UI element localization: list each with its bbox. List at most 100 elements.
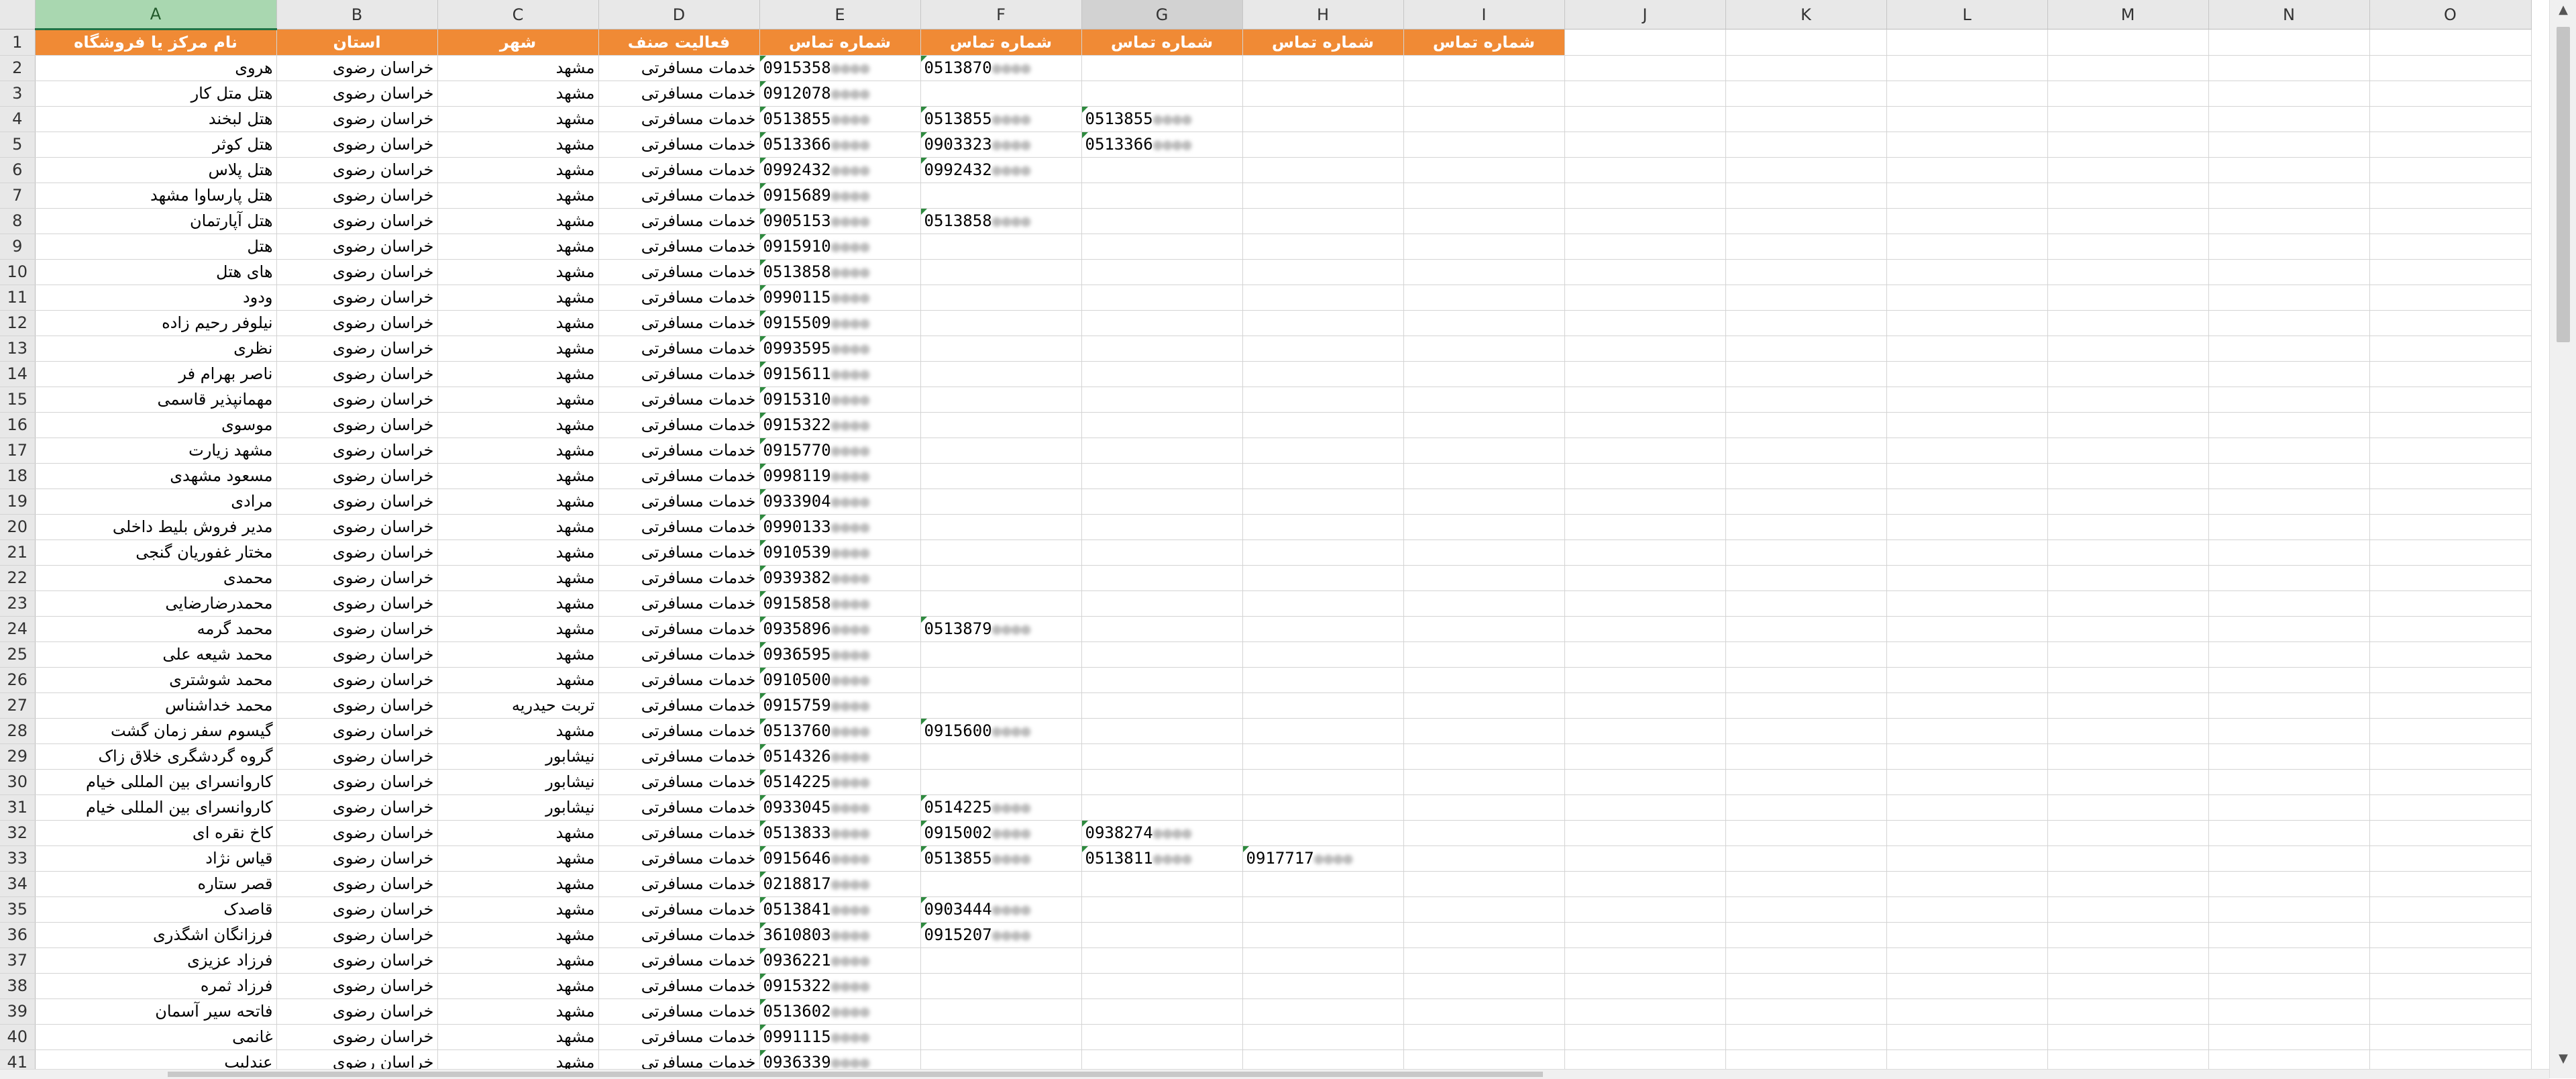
cell-phone-f[interactable]: 0903444●●●● [920, 896, 1082, 923]
row-header[interactable]: 24 [0, 616, 36, 642]
cell-store-name[interactable]: محمد خداشناس [35, 692, 277, 719]
grid-cell[interactable] [1725, 667, 1887, 693]
grid-cell[interactable] [1242, 361, 1404, 387]
row-header[interactable]: 16 [0, 412, 36, 438]
grid-cell[interactable] [1403, 871, 1565, 897]
grid-cell[interactable] [1242, 896, 1404, 923]
cell-province[interactable]: خراسان رضوی [276, 81, 438, 107]
cell-province[interactable]: خراسان رضوی [276, 514, 438, 540]
column-header-b[interactable]: B [276, 0, 438, 30]
cell-store-name[interactable]: مرادی [35, 489, 277, 515]
cell-phone-e[interactable]: 3610803●●●● [759, 922, 921, 948]
grid-cell[interactable] [1081, 922, 1243, 948]
grid-cell[interactable] [1725, 641, 1887, 668]
cell-store-name[interactable]: محمدرضارضایی [35, 590, 277, 617]
grid-cell[interactable] [2369, 106, 2532, 132]
grid-cell[interactable] [1242, 871, 1404, 897]
grid-cell[interactable] [1081, 234, 1243, 260]
grid-cell[interactable] [1081, 590, 1243, 617]
cell-activity[interactable]: خدمات مسافرتی [598, 361, 760, 387]
grid-cell[interactable] [1886, 820, 2048, 846]
grid-cell[interactable] [1081, 285, 1243, 311]
cell-phone-f[interactable]: 0915207●●●● [920, 922, 1082, 948]
header-phone-1[interactable]: شماره تماس [759, 29, 921, 56]
grid-cell[interactable] [1403, 820, 1565, 846]
cell-city[interactable]: مشهد [437, 208, 599, 234]
row-header[interactable]: 10 [0, 259, 36, 285]
cell-province[interactable]: خراسان رضوی [276, 590, 438, 617]
cell-province[interactable]: خراسان رضوی [276, 387, 438, 413]
grid-cell[interactable] [2047, 81, 2209, 107]
cell-province[interactable]: خراسان رضوی [276, 998, 438, 1025]
grid-cell[interactable] [1403, 922, 1565, 948]
horizontal-scroll-thumb[interactable] [168, 1072, 1543, 1077]
grid-cell[interactable] [2208, 1024, 2370, 1050]
grid-cell[interactable] [1564, 310, 1726, 336]
grid-cell[interactable] [1081, 718, 1243, 744]
grid-cell[interactable] [1081, 794, 1243, 821]
grid-cell[interactable] [1564, 1024, 1726, 1050]
grid-cell[interactable] [1403, 590, 1565, 617]
cell-activity[interactable]: خدمات مسافرتی [598, 208, 760, 234]
cell-activity[interactable]: خدمات مسافرتی [598, 692, 760, 719]
grid-cell[interactable] [2208, 718, 2370, 744]
grid-cell[interactable] [1564, 412, 1726, 438]
grid-cell[interactable] [1886, 692, 2048, 719]
grid-cell[interactable] [920, 81, 1082, 107]
row-header[interactable]: 36 [0, 922, 36, 948]
cell-phone-e[interactable]: 0939382●●●● [759, 565, 921, 591]
header-phone-5[interactable]: شماره تماس [1403, 29, 1565, 56]
grid-cell[interactable] [2047, 208, 2209, 234]
grid-cell[interactable] [1886, 489, 2048, 515]
grid-cell[interactable] [1725, 896, 1887, 923]
grid-cell[interactable] [1242, 412, 1404, 438]
grid-cell[interactable] [2047, 29, 2209, 56]
row-header[interactable]: 2 [0, 55, 36, 81]
row-header[interactable]: 32 [0, 820, 36, 846]
grid-cell[interactable] [2208, 81, 2370, 107]
grid-cell[interactable] [2208, 208, 2370, 234]
cell-province[interactable]: خراسان رضوی [276, 743, 438, 770]
grid-cell[interactable] [2369, 387, 2532, 413]
header-phone-3[interactable]: شماره تماس [1081, 29, 1243, 56]
cell-phone-e[interactable]: 0513841●●●● [759, 896, 921, 923]
cell-activity[interactable]: خدمات مسافرتی [598, 667, 760, 693]
grid-cell[interactable] [1886, 361, 2048, 387]
grid-cell[interactable] [1403, 183, 1565, 209]
grid-cell[interactable] [1081, 565, 1243, 591]
cell-city[interactable]: مشهد [437, 871, 599, 897]
cell-activity[interactable]: خدمات مسافرتی [598, 157, 760, 183]
grid-cell[interactable] [2369, 285, 2532, 311]
grid-cell[interactable] [1403, 106, 1565, 132]
cell-city[interactable]: مشهد [437, 361, 599, 387]
header-city[interactable]: شهر [437, 29, 599, 56]
grid-cell[interactable] [2047, 794, 2209, 821]
cell-store-name[interactable]: ودود [35, 285, 277, 311]
grid-cell[interactable] [1564, 234, 1726, 260]
grid-cell[interactable] [1081, 540, 1243, 566]
grid-cell[interactable] [1403, 896, 1565, 923]
grid-cell[interactable] [2047, 157, 2209, 183]
cell-phone-e[interactable]: 0910500●●●● [759, 667, 921, 693]
cell-activity[interactable]: خدمات مسافرتی [598, 845, 760, 872]
grid-cell[interactable] [1564, 641, 1726, 668]
grid-cell[interactable] [1242, 769, 1404, 795]
grid-cell[interactable] [1725, 692, 1887, 719]
grid-cell[interactable] [1725, 361, 1887, 387]
grid-cell[interactable] [2047, 310, 2209, 336]
cell-phone-f[interactable]: 0513858●●●● [920, 208, 1082, 234]
grid-cell[interactable] [920, 947, 1082, 974]
grid-cell[interactable] [1886, 132, 2048, 158]
grid-cell[interactable] [1242, 590, 1404, 617]
grid-cell[interactable] [1081, 692, 1243, 719]
cell-activity[interactable]: خدمات مسافرتی [598, 540, 760, 566]
cell-phone-e[interactable]: 0936595●●●● [759, 641, 921, 668]
cell-province[interactable]: خراسان رضوی [276, 947, 438, 974]
grid-cell[interactable] [2369, 794, 2532, 821]
cell-store-name[interactable]: هروی [35, 55, 277, 81]
grid-cell[interactable] [1403, 489, 1565, 515]
grid-cell[interactable] [1725, 820, 1887, 846]
grid-cell[interactable] [1564, 361, 1726, 387]
grid-cell[interactable] [2208, 540, 2370, 566]
cell-province[interactable]: خراسان رضوی [276, 769, 438, 795]
